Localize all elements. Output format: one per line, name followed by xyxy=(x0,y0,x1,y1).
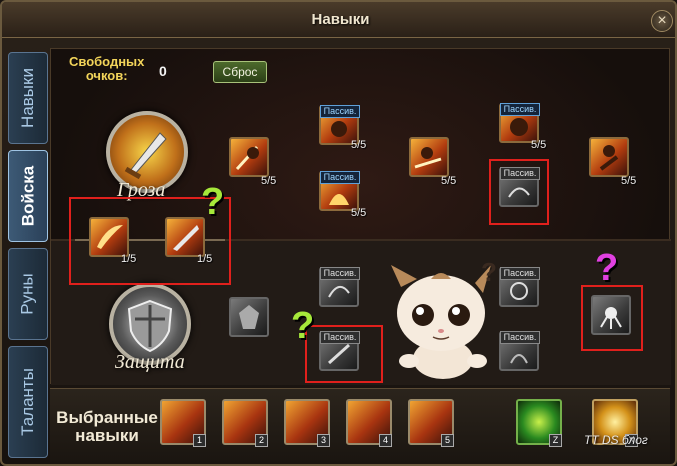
skill-upper-5-count: 5/5 xyxy=(531,139,547,151)
selected-skills-label: Выбранные навыки xyxy=(52,409,162,445)
warrior-slash-icon xyxy=(235,145,259,171)
skill-upper-1[interactable] xyxy=(229,137,269,177)
selected-skills-label-line1: Выбранные xyxy=(56,408,158,427)
tab-runes[interactable]: Руны xyxy=(8,248,48,340)
selected-slot-3[interactable]: 3 xyxy=(284,399,330,447)
skill-upper-9[interactable] xyxy=(165,217,205,257)
free-points-label: Свободных очков: xyxy=(69,55,144,83)
swirl-icon xyxy=(328,286,350,298)
slot-hotkey: 1 xyxy=(193,434,206,447)
question-mark-magenta: ? xyxy=(595,247,619,289)
warrior-leap-icon xyxy=(599,145,619,171)
skills-window: Навыки × Навыки Войска Руны Таланты Своб… xyxy=(0,0,677,466)
fire-blade-icon xyxy=(97,225,123,249)
reset-button[interactable]: Сброс xyxy=(213,61,267,83)
highlight-box-lower-right xyxy=(581,285,643,351)
cat-mascot-image: ? xyxy=(391,261,497,379)
skill-upper-3[interactable]: Пассив. xyxy=(319,171,360,211)
svg-text:?: ? xyxy=(481,261,497,287)
selected-slot-2[interactable]: 2 xyxy=(222,399,268,447)
question-mark-green-lower: ? xyxy=(291,305,315,347)
tab-talents-label: Таланты xyxy=(18,368,37,436)
defense-branch-name: Защита xyxy=(115,351,185,373)
fire-warrior-icon xyxy=(331,121,347,137)
skill-upper-8[interactable] xyxy=(89,217,129,257)
selected-slot-z[interactable]: Z xyxy=(516,399,562,447)
skill-upper-1-count: 5/5 xyxy=(261,175,277,187)
selected-slot-4[interactable]: 4 xyxy=(346,399,392,447)
highlight-box-upper-passive xyxy=(489,159,549,225)
slot-hotkey: 2 xyxy=(255,434,268,447)
title-bar: Навыки × xyxy=(2,2,675,38)
side-tabs: Навыки Войска Руны Таланты xyxy=(8,52,48,458)
beast-icon xyxy=(510,118,528,136)
skill-upper-3-count: 5/5 xyxy=(351,207,367,219)
skill-upper-8-count: 1/5 xyxy=(121,253,137,265)
skill-upper-7-count: 5/5 xyxy=(621,175,637,187)
free-points-value: 0 xyxy=(159,63,167,79)
selected-slot-1[interactable]: 1 xyxy=(160,399,206,447)
skill-upper-7[interactable] xyxy=(589,137,629,177)
skill-upper-5[interactable]: Пассив. xyxy=(499,103,540,143)
skill-upper-2-count: 5/5 xyxy=(351,139,367,151)
free-points-label-line2: очков: xyxy=(85,68,128,83)
warrior-strike-icon xyxy=(414,147,442,169)
selected-skills-bar: Выбранные навыки 1 2 3 4 5 Z X TT DS бло… xyxy=(50,388,670,464)
selected-slot-5[interactable]: 5 xyxy=(408,399,454,447)
tab-skills-label: Навыки xyxy=(18,68,38,128)
armored-knight-icon xyxy=(239,305,259,329)
skill-lower-2[interactable]: Пассив. xyxy=(319,267,360,307)
shield-icon xyxy=(127,299,173,353)
tab-troops[interactable]: Войска xyxy=(8,150,48,242)
window-title: Навыки xyxy=(311,11,370,28)
skill-upper-4[interactable] xyxy=(409,137,449,177)
flame-sword-icon xyxy=(173,225,199,251)
close-button[interactable]: × xyxy=(651,10,673,32)
skill-upper-4-count: 5/5 xyxy=(441,175,457,187)
tab-runes-label: Руны xyxy=(18,273,38,315)
fire-burst-icon xyxy=(329,194,349,205)
skill-tree-panel: Свободных очков: 0 Сброс Гроза Защита 5/… xyxy=(50,48,671,385)
free-points-label-line1: Свободных xyxy=(69,54,145,69)
watermark-text: TT DS блог xyxy=(584,433,648,447)
slot-hotkey: 4 xyxy=(379,434,392,447)
skill-lower-1[interactable] xyxy=(229,297,269,337)
slot-hotkey: Z xyxy=(549,434,562,447)
tab-skills[interactable]: Навыки xyxy=(8,52,48,144)
selected-skills-label-line2: навыки xyxy=(75,426,139,445)
tab-talents[interactable]: Таланты xyxy=(8,346,48,458)
slot-hotkey: 5 xyxy=(441,434,454,447)
skill-upper-9-count: 1/5 xyxy=(197,253,213,265)
tab-troops-label: Войска xyxy=(18,165,37,227)
sword-icon xyxy=(124,132,167,180)
slot-hotkey: 3 xyxy=(317,434,330,447)
question-mark-green-upper: ? xyxy=(201,181,225,223)
